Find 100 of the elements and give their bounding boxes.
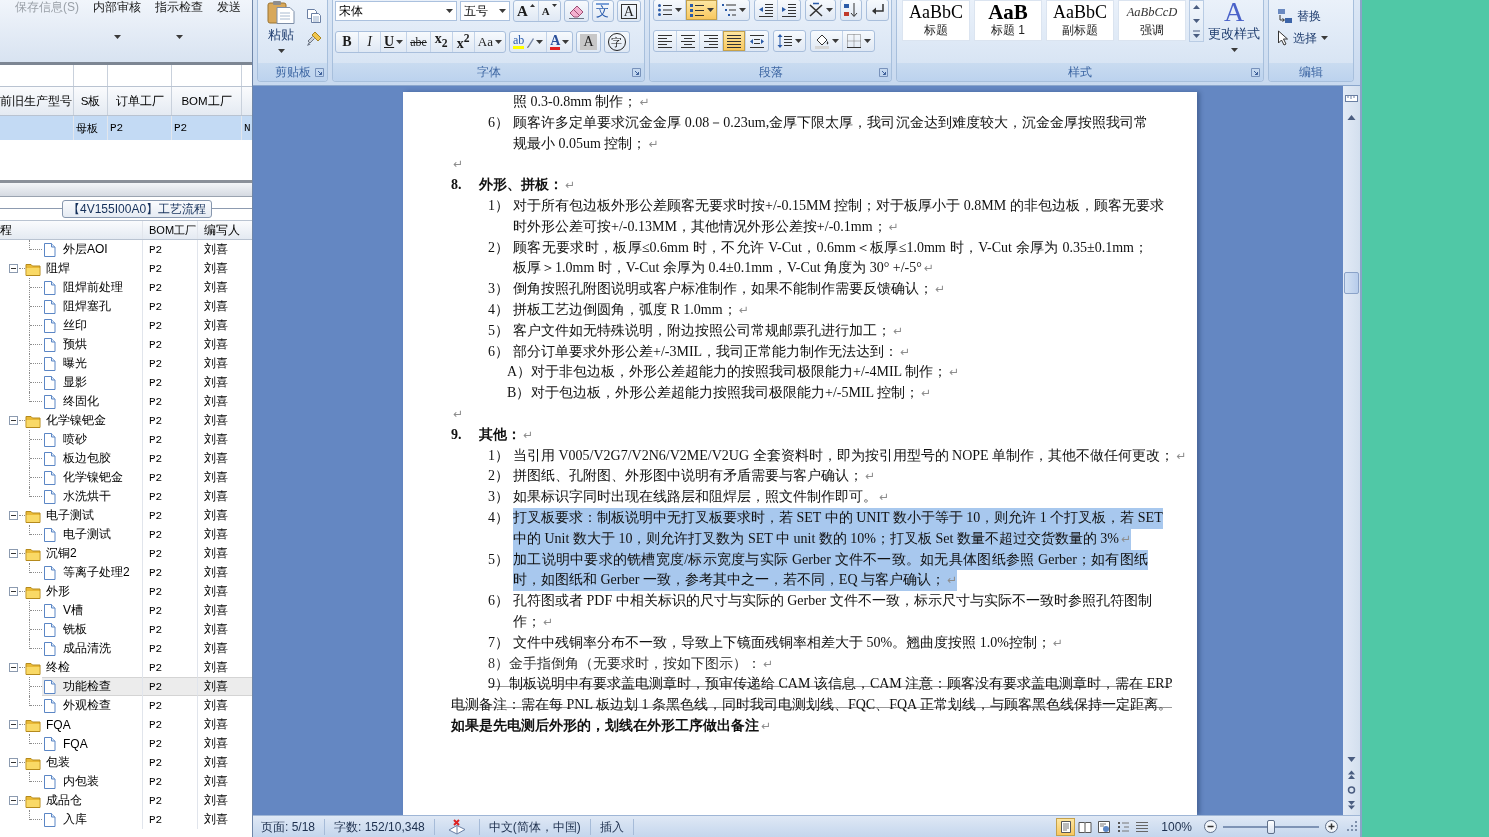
scroll-thumb[interactable] bbox=[1344, 272, 1359, 294]
corner-arrow-icon[interactable] bbox=[1251, 67, 1260, 77]
tree-row[interactable]: 成品清洗 P2 刘喜 bbox=[0, 639, 252, 658]
table-row[interactable]: 母板 P2 P2 N bbox=[0, 116, 252, 140]
style-tile[interactable]: AaBbC 副标题 bbox=[1046, 0, 1114, 41]
tree-item-label[interactable]: 外形 bbox=[46, 583, 70, 600]
clear-formatting-button[interactable] bbox=[563, 0, 589, 22]
collapse-icon[interactable] bbox=[9, 720, 18, 729]
grow-font-button[interactable]: A bbox=[514, 1, 538, 21]
show-marks-button[interactable] bbox=[866, 0, 889, 21]
insert-mode-indicator[interactable]: 插入 bbox=[599, 818, 624, 835]
tree-item-label[interactable]: 化学镍钯金 bbox=[63, 469, 123, 486]
toolbar-button[interactable]: 指示检查 bbox=[155, 0, 203, 39]
ruler-icon[interactable] bbox=[1345, 92, 1358, 104]
tree-item-label[interactable]: V槽 bbox=[63, 602, 83, 619]
collapse-icon[interactable] bbox=[9, 416, 18, 425]
borders-button[interactable] bbox=[842, 30, 874, 51]
tree-item-label[interactable]: 曝光 bbox=[63, 355, 87, 372]
tree-item-label[interactable]: 预烘 bbox=[63, 336, 87, 353]
tree-row[interactable]: 终固化 P2 刘喜 bbox=[0, 392, 252, 411]
tree-row[interactable]: 水洗烘干 P2 刘喜 bbox=[0, 487, 252, 506]
tree-item-label[interactable]: 喷砂 bbox=[63, 431, 87, 448]
change-styles-button[interactable]: A 更改样式 bbox=[1207, 0, 1261, 58]
collapse-icon[interactable] bbox=[9, 264, 18, 273]
tree-row[interactable]: 阻焊 P2 刘喜 bbox=[0, 259, 252, 278]
tree-item-label[interactable]: 入库 bbox=[63, 811, 87, 828]
font-color-button[interactable]: A bbox=[546, 31, 573, 52]
tree-row[interactable]: 显影 P2 刘喜 bbox=[0, 373, 252, 392]
toolbar-button[interactable]: 内部审核 bbox=[93, 0, 141, 39]
column-header[interactable]: BOM工厂 bbox=[143, 221, 198, 239]
character-border-button[interactable]: A bbox=[616, 0, 641, 22]
underline-button[interactable]: U bbox=[380, 31, 407, 52]
corner-arrow-icon[interactable] bbox=[632, 67, 641, 77]
tree-row[interactable]: 内包装 P2 刘喜 bbox=[0, 772, 252, 791]
change-case-button[interactable]: Aa bbox=[473, 31, 505, 52]
page-indicator[interactable]: 页面: 5/18 bbox=[261, 818, 316, 835]
tree-row[interactable]: 电子测试 P2 刘喜 bbox=[0, 525, 252, 544]
tree-row[interactable]: 电子测试 P2 刘喜 bbox=[0, 506, 252, 525]
character-shading-button[interactable]: A bbox=[576, 30, 601, 53]
column-header[interactable]: S板 bbox=[74, 87, 108, 115]
print-layout-button[interactable] bbox=[1056, 817, 1076, 836]
subscript-button[interactable]: x$_{2}$ bbox=[429, 31, 452, 52]
tree-item-label[interactable]: 显影 bbox=[63, 374, 87, 391]
enclose-character-button[interactable]: 字 bbox=[603, 30, 630, 53]
tree-row[interactable]: 喷砂 P2 刘喜 bbox=[0, 430, 252, 449]
multilevel-list-button[interactable] bbox=[717, 0, 749, 20]
tree-row[interactable]: 包装 P2 刘喜 bbox=[0, 753, 252, 772]
tree-row[interactable]: 沉铜2 P2 刘喜 bbox=[0, 544, 252, 563]
font-size-field[interactable]: 五号 bbox=[460, 1, 510, 21]
language-indicator[interactable]: 中文(简体，中国) bbox=[488, 818, 581, 835]
tree-item-label[interactable]: 成品清洗 bbox=[63, 640, 111, 657]
book-icon[interactable] bbox=[447, 818, 466, 835]
tree-item-label[interactable]: 终固化 bbox=[63, 393, 99, 410]
tree-row[interactable]: 曝光 P2 刘喜 bbox=[0, 354, 252, 373]
toolbar-button[interactable]: 发送 bbox=[217, 0, 241, 16]
asian-layout-button[interactable] bbox=[805, 0, 836, 21]
style-tile[interactable]: AaB 标题 1 bbox=[974, 0, 1042, 41]
slider-thumb[interactable] bbox=[1267, 819, 1275, 834]
style-tile[interactable]: AaBbC 标题 bbox=[902, 0, 970, 41]
tree-item-label[interactable]: 丝印 bbox=[63, 317, 87, 334]
tree-row[interactable]: 外形 P2 刘喜 bbox=[0, 582, 252, 601]
tree-row[interactable]: 丝印 P2 刘喜 bbox=[0, 316, 252, 335]
tree-item-label[interactable]: 等离子处理2 bbox=[63, 564, 130, 581]
style-tile[interactable]: AaBbCcD 强调 bbox=[1118, 0, 1186, 41]
tree-item-label[interactable]: 板边包胶 bbox=[63, 450, 111, 467]
superscript-button[interactable]: x$^{2}$ bbox=[451, 31, 474, 52]
font-name-field[interactable]: 宋体 bbox=[335, 1, 457, 21]
tree-row[interactable]: 阻焊前处理 P2 刘喜 bbox=[0, 278, 252, 297]
tree-item-label[interactable]: 沉铜2 bbox=[46, 545, 77, 562]
tree-row[interactable]: 成品仓 P2 刘喜 bbox=[0, 791, 252, 810]
tree-item-label[interactable]: FQA bbox=[46, 717, 71, 732]
collapse-icon[interactable] bbox=[9, 511, 18, 520]
column-header[interactable]: 订单工厂 bbox=[108, 87, 172, 115]
bold-button[interactable]: B bbox=[336, 31, 358, 52]
tree-item-label[interactable]: 内包装 bbox=[63, 773, 99, 790]
collapse-icon[interactable] bbox=[9, 796, 18, 805]
tree-item-label[interactable]: 化学镍钯金 bbox=[46, 412, 106, 429]
tree-row[interactable]: 预烘 P2 刘喜 bbox=[0, 335, 252, 354]
tree-item-label[interactable]: 阻焊 bbox=[46, 260, 70, 277]
collapse-icon[interactable] bbox=[9, 549, 18, 558]
tree-row[interactable]: 化学镍钯金 P2 刘喜 bbox=[0, 411, 252, 430]
tree-row[interactable]: 外观检查 P2 刘喜 bbox=[0, 696, 252, 715]
tree-item-label[interactable]: 成品仓 bbox=[46, 792, 82, 809]
corner-arrow-icon[interactable] bbox=[315, 67, 324, 77]
more-icon[interactable] bbox=[1190, 27, 1203, 41]
tree-item-label[interactable]: 终检 bbox=[46, 659, 70, 676]
corner-arrow-icon[interactable] bbox=[879, 67, 888, 77]
tree-item-label[interactable]: 阻焊前处理 bbox=[63, 279, 123, 296]
tree-item-label[interactable]: 铣板 bbox=[63, 621, 87, 638]
column-header[interactable]: 前旧生产型号 bbox=[0, 87, 74, 115]
shrink-font-button[interactable]: A bbox=[537, 1, 560, 21]
tree-item-label[interactable]: FQA bbox=[63, 736, 88, 751]
tree-row[interactable]: 等离子处理2 P2 刘喜 bbox=[0, 563, 252, 582]
column-header[interactable]: 编写人 bbox=[198, 221, 252, 239]
italic-button[interactable]: I bbox=[358, 31, 380, 52]
collapse-icon[interactable] bbox=[9, 663, 18, 672]
justify-button[interactable] bbox=[722, 30, 745, 51]
paste-button[interactable]: 粘贴 bbox=[260, 0, 302, 58]
tree-item-label[interactable]: 电子测试 bbox=[46, 507, 94, 524]
tree-row[interactable]: FQA P2 刘喜 bbox=[0, 734, 252, 753]
